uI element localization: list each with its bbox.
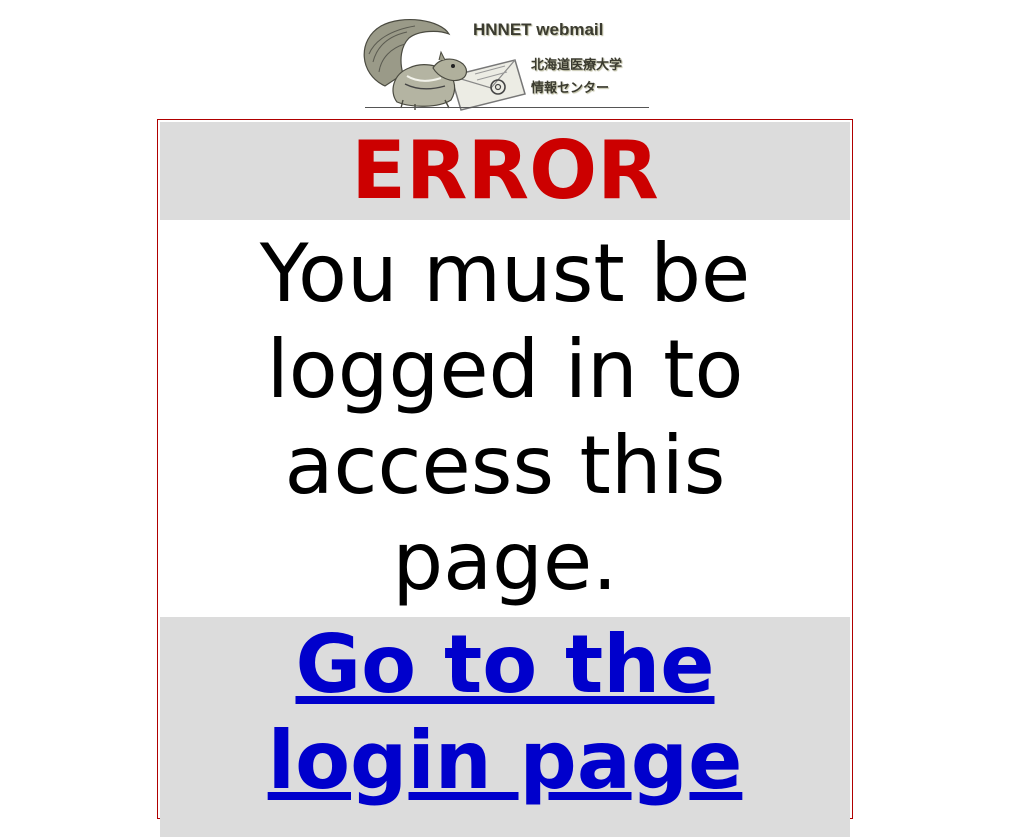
login-link-row: Go to the login page — [160, 617, 850, 837]
error-title-row: ERROR — [160, 122, 850, 220]
squirrel-icon — [363, 19, 468, 110]
org-name-line1: 北海道医療大学 — [531, 58, 623, 73]
org-name-line2: 情報センター — [531, 81, 610, 96]
error-title: ERROR — [351, 124, 659, 217]
logo-underline — [365, 107, 649, 108]
error-message: You must be logged in to access this pag… — [259, 227, 751, 608]
hnnet-webmail-logo: HNNET webmail 北海道医療大学 情報センター — [355, 16, 650, 111]
app-brand-title: HNNET webmail — [473, 20, 604, 39]
error-panel: ERROR You must be logged in to access th… — [157, 119, 853, 837]
error-message-row: You must be logged in to access this pag… — [160, 222, 850, 615]
login-page-link[interactable]: Go to the login page — [225, 617, 785, 809]
